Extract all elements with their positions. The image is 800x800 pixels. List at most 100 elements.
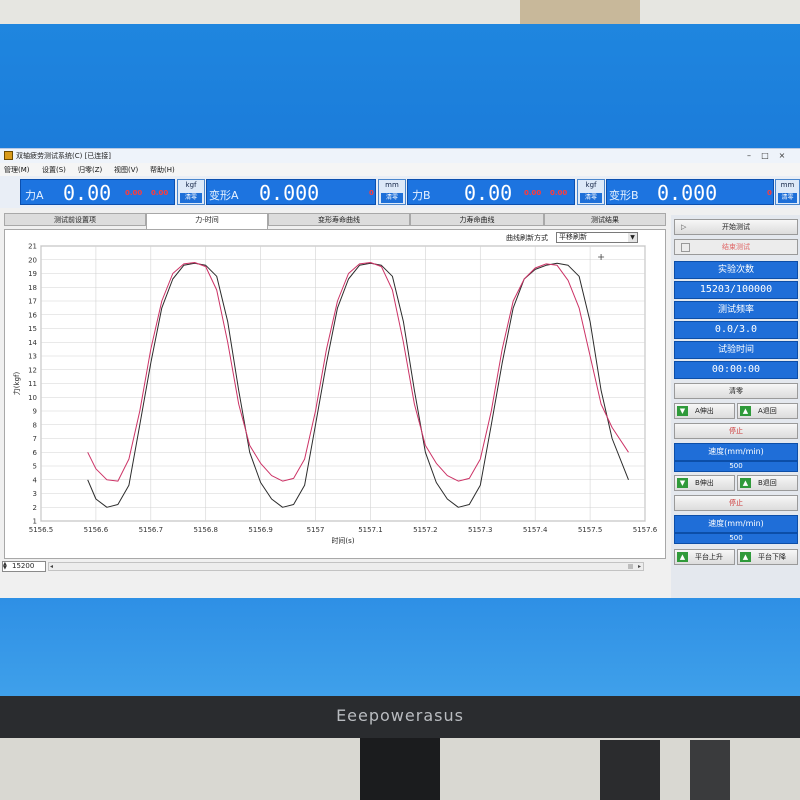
deform-a-clear-button[interactable]: 清零	[381, 193, 403, 203]
tab-test-results[interactable]: 测试结果	[544, 213, 666, 226]
x-tick-label: 5157.2	[413, 526, 438, 534]
b-extend-button[interactable]: ▼ B伸出	[674, 475, 735, 491]
chevron-down-icon[interactable]: ▼	[628, 233, 637, 242]
frequency-value: 0.0/3.0	[674, 321, 798, 339]
force-b-unit: kgf	[585, 181, 597, 189]
minimize-icon[interactable]: –	[744, 151, 754, 160]
y-tick-label: 2	[33, 504, 37, 512]
deform-b-label: 变形B	[609, 189, 639, 202]
speed-b-value[interactable]: 500	[674, 533, 798, 544]
y-tick-label: 18	[28, 284, 37, 292]
time-label: 试验时间	[674, 341, 798, 359]
tab-bar: 测试前设置项 力-时间 变形寿命曲线 力寿命曲线 测试结果	[4, 213, 666, 229]
y-tick-label: 12	[28, 366, 37, 374]
deform-a-unit-button[interactable]: mm 清零	[378, 179, 406, 205]
arrow-down-icon: ▼	[677, 406, 688, 416]
deform-b-readout: 变形B 0.000 0	[606, 179, 774, 205]
y-tick-label: 21	[28, 243, 37, 251]
a-extend-label: A伸出	[695, 407, 714, 415]
force-b-clear-button[interactable]: 清零	[580, 193, 602, 203]
menu-help[interactable]: 帮助(H)	[150, 165, 175, 175]
menu-bar: 管理(M) 设置(S) 归零(Z) 视图(V) 帮助(H)	[0, 163, 800, 176]
time-value: 00:00:00	[674, 361, 798, 379]
y-tick-label: 19	[28, 270, 37, 278]
speed-b-label: 速度(mm/min)	[674, 515, 798, 533]
frequency-label: 测试频率	[674, 301, 798, 319]
y-tick-label: 10	[28, 394, 37, 402]
force-a-value: 0.00	[63, 181, 112, 205]
scroll-left-icon[interactable]: ◂	[50, 563, 53, 570]
tab-force-life-curve[interactable]: 力寿命曲线	[410, 213, 544, 226]
close-icon[interactable]: ×	[777, 151, 787, 160]
force-a-readout: 力A 0.00 0.00 0.00	[20, 179, 175, 205]
force-a-unit-button[interactable]: kgf 清零	[177, 179, 205, 205]
menu-settings[interactable]: 设置(S)	[42, 165, 66, 175]
x-tick-label: 5156.7	[139, 526, 164, 534]
readout-bar: 力A 0.00 0.00 0.00 kgf 清零 变形A 0.000 0 mm …	[0, 176, 800, 208]
horizontal-scrollbar[interactable]: ◂ ▸	[48, 562, 644, 571]
y-tick-label: 6	[33, 449, 38, 457]
y-tick-label: 13	[28, 353, 37, 361]
scroll-thumb[interactable]	[628, 564, 633, 569]
deform-b-unit: mm	[780, 181, 795, 189]
maximize-icon[interactable]: □	[760, 151, 770, 160]
y-tick-label: 20	[28, 256, 37, 264]
y-tick-label: 4	[33, 476, 38, 484]
force-b-label: 力B	[412, 189, 431, 202]
refresh-mode-label: 曲线刷新方式	[506, 234, 548, 242]
scroll-right-icon[interactable]: ▸	[638, 563, 641, 570]
app-window: 双轴疲劳测试系统(C) [已连接] – □ × 管理(M) 设置(S) 归零(Z…	[0, 148, 800, 598]
arrow-up-icon: ▲	[677, 552, 688, 562]
end-test-button[interactable]: 结束测试	[674, 239, 798, 255]
zero-button[interactable]: 清零	[674, 383, 798, 399]
b-retract-button[interactable]: ▲ B退回	[737, 475, 798, 491]
platform-up-button[interactable]: ▲ 平台上升	[674, 549, 735, 565]
x-tick-label: 5156.5	[29, 526, 54, 534]
force-a-peak: 0.00	[125, 189, 143, 197]
stop-b-button[interactable]: 停止	[674, 495, 798, 511]
cycle-spinbox[interactable]: ▲ ▼ 15200	[2, 561, 46, 572]
force-a-clear-button[interactable]: 清零	[180, 193, 202, 203]
x-tick-label: 5156.6	[84, 526, 109, 534]
force-b-value: 0.00	[464, 181, 513, 205]
refresh-mode-value: 平移刷新	[559, 233, 587, 241]
platform-down-label: 平台下降	[758, 553, 786, 561]
deform-b-unit-button[interactable]: mm 清零	[775, 179, 800, 205]
app-icon	[4, 151, 13, 160]
scroll-row: ▲ ▼ 15200 ◂ ▸	[0, 559, 666, 573]
x-tick-label: 5157.1	[358, 526, 383, 534]
force-b-unit-button[interactable]: kgf 清零	[577, 179, 605, 205]
force-a-unit: kgf	[185, 181, 197, 189]
control-panel: ▷ 开始测试 结束测试 实验次数 15203/100000 测试频率 0.0/3…	[671, 215, 800, 598]
refresh-mode-select[interactable]: 平移刷新 ▼	[556, 232, 638, 243]
x-axis-label: 时间(s)	[331, 536, 354, 545]
speed-a-value[interactable]: 500	[674, 461, 798, 472]
a-retract-label: A退回	[758, 407, 777, 415]
y-tick-label: 7	[33, 435, 37, 443]
play-icon: ▷	[681, 223, 687, 231]
a-extend-button[interactable]: ▼ A伸出	[674, 403, 735, 419]
force-a-valley: 0.00	[151, 189, 169, 197]
menu-manage[interactable]: 管理(M)	[4, 165, 30, 175]
stop-a-button[interactable]: 停止	[674, 423, 798, 439]
deform-b-clear-button[interactable]: 清零	[778, 193, 797, 203]
force-time-chart: 1234567891011121314151617181920215156.5 5…	[12, 243, 658, 546]
end-test-label: 结束测试	[722, 243, 750, 251]
a-retract-button[interactable]: ▲ A退回	[737, 403, 798, 419]
b-retract-label: B退回	[758, 479, 777, 487]
x-tick-label: 5157.6	[633, 526, 658, 534]
platform-down-button[interactable]: ▲ 平台下降	[737, 549, 798, 565]
deform-a-value: 0.000	[259, 181, 320, 205]
y-tick-label: 15	[28, 325, 37, 333]
menu-view[interactable]: 视图(V)	[114, 165, 138, 175]
menu-zero[interactable]: 归零(Z)	[78, 165, 102, 175]
desktop-screen: 双轴疲劳测试系统(C) [已连接] – □ × 管理(M) 设置(S) 归零(Z…	[0, 24, 800, 696]
start-test-button[interactable]: ▷ 开始测试	[674, 219, 798, 235]
tab-force-time[interactable]: 力-时间	[146, 213, 268, 229]
deform-b-indicator: 0	[767, 189, 772, 197]
title-bar: 双轴疲劳测试系统(C) [已连接] – □ ×	[0, 149, 800, 163]
spin-arrows-icon[interactable]: ▲ ▼	[3, 562, 10, 571]
y-tick-label: 9	[33, 408, 37, 416]
tab-pretest-settings[interactable]: 测试前设置项	[4, 213, 146, 226]
tab-deform-life-curve[interactable]: 变形寿命曲线	[268, 213, 410, 226]
